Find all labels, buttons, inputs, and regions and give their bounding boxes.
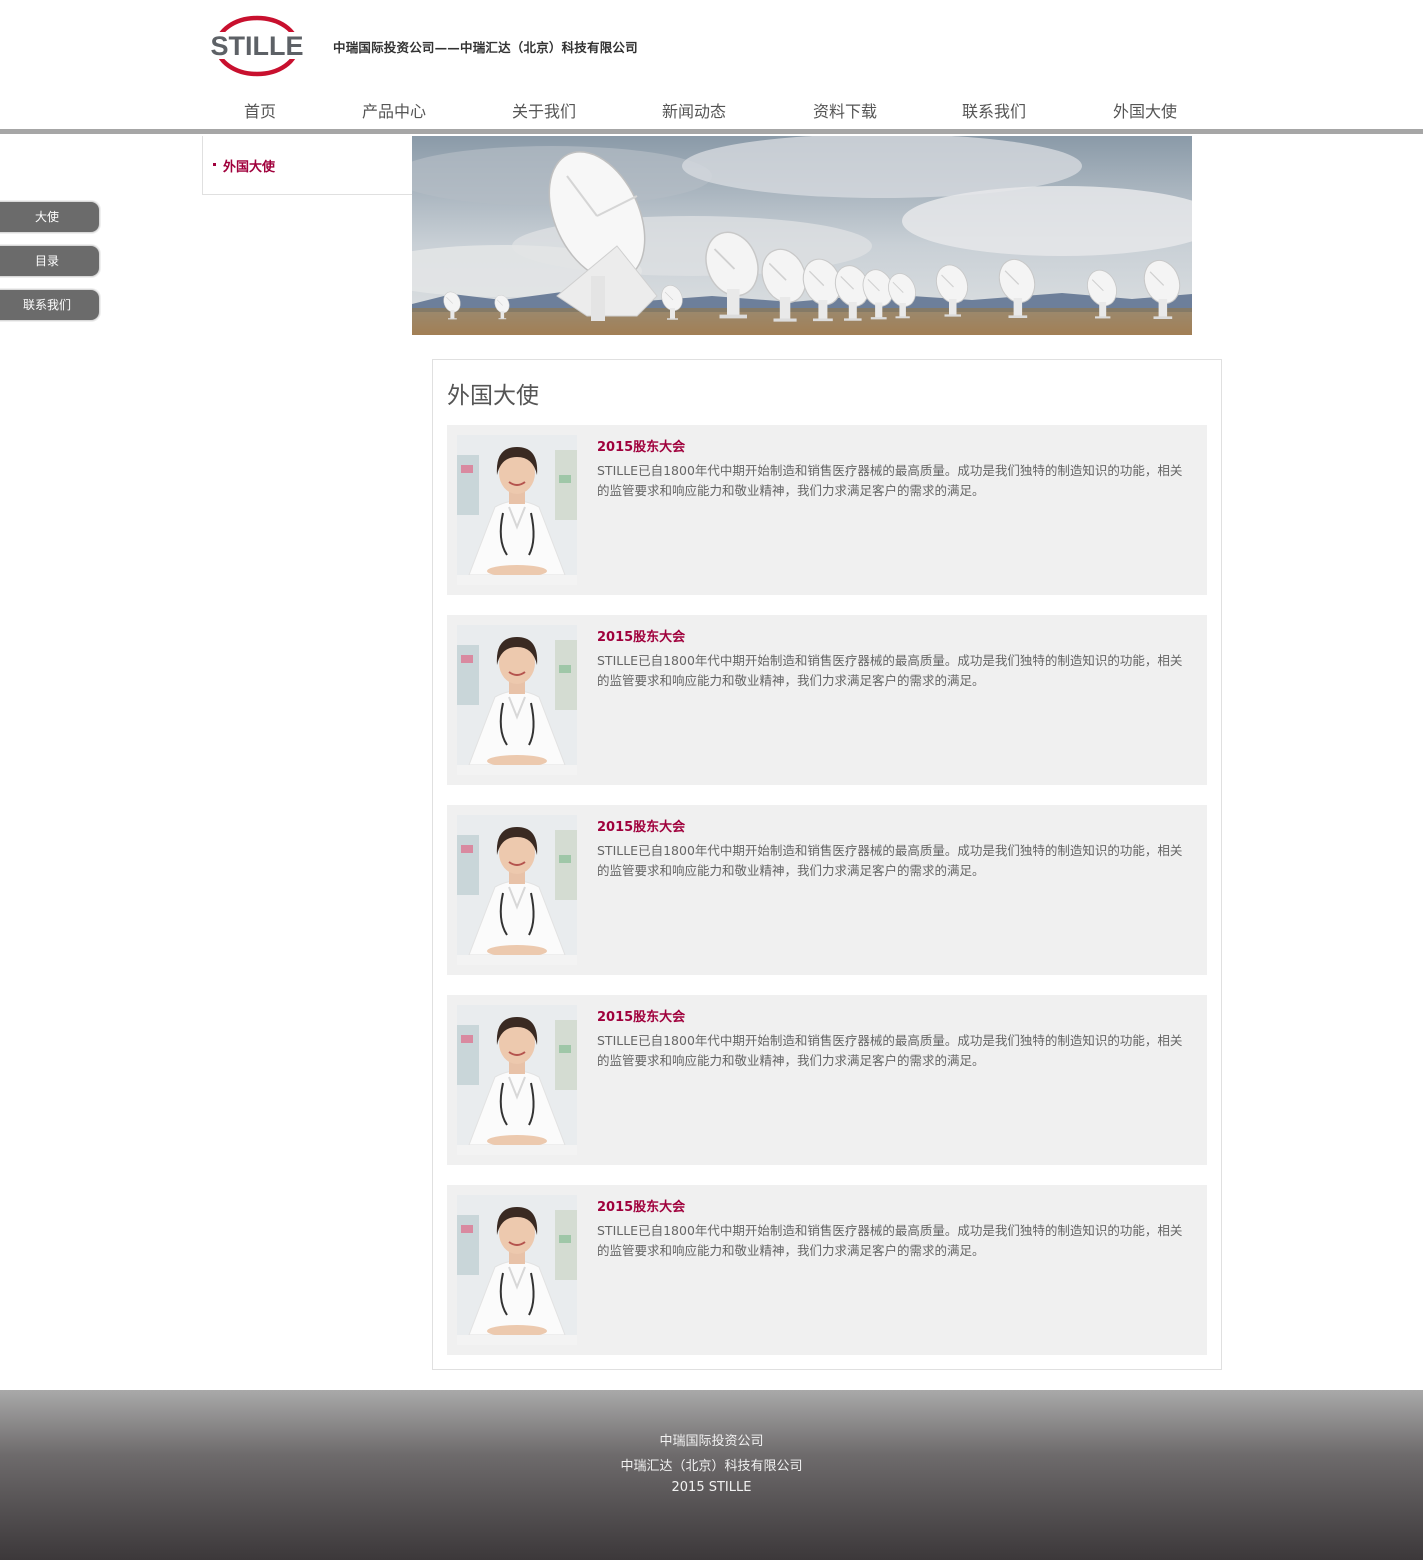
nav-item-ambassadors[interactable]: 外国大使 xyxy=(1113,98,1177,122)
news-card[interactable]: 2015股东大会 STILLE已自1800年代中期开始制造和销售医疗器械的最高质… xyxy=(447,425,1207,595)
stille-logo[interactable]: STILLE xyxy=(201,14,313,78)
float-tab-ambassador[interactable]: 大使 xyxy=(0,201,100,233)
nav-item-downloads[interactable]: 资料下载 xyxy=(813,98,877,122)
bullet-icon xyxy=(213,163,216,166)
doctor-photo xyxy=(457,1195,577,1345)
doctor-photo xyxy=(457,1005,577,1155)
card-title[interactable]: 2015股东大会 xyxy=(597,1006,685,1025)
card-text: STILLE已自1800年代中期开始制造和销售医疗器械的最高质量。成功是我们独特… xyxy=(597,1223,1183,1258)
doctor-photo xyxy=(457,815,577,965)
content-panel: 外国大使 2015股东大会 STILLE已自1800年代中期开始制造和销售医疗器… xyxy=(432,359,1222,1370)
footer-company-2: 中瑞汇达（北京）科技有限公司 xyxy=(620,1459,803,1474)
float-tab-contact[interactable]: 联系我们 xyxy=(0,289,100,321)
page-title: 外国大使 xyxy=(447,383,539,409)
nav-item-products[interactable]: 产品中心 xyxy=(362,98,426,122)
banner-image xyxy=(412,136,1192,335)
news-card[interactable]: 2015股东大会 STILLE已自1800年代中期开始制造和销售医疗器械的最高质… xyxy=(447,1185,1207,1355)
nav-item-about[interactable]: 关于我们 xyxy=(512,98,576,122)
main-nav: 首页 产品中心 关于我们 新闻动态 资料下载 联系我们 外国大使 xyxy=(201,98,1201,124)
nav-item-home[interactable]: 首页 xyxy=(244,98,276,122)
doctor-photo xyxy=(457,435,577,585)
sidebar-item-ambassadors[interactable]: 外国大使 xyxy=(223,156,275,175)
card-text: STILLE已自1800年代中期开始制造和销售医疗器械的最高质量。成功是我们独特… xyxy=(597,653,1183,688)
float-tab-catalog[interactable]: 目录 xyxy=(0,245,100,277)
sidebar-menu: 外国大使 xyxy=(202,136,412,195)
site-footer: 中瑞国际投资公司 中瑞汇达（北京）科技有限公司 2015 STILLE xyxy=(0,1390,1423,1560)
news-card[interactable]: 2015股东大会 STILLE已自1800年代中期开始制造和销售医疗器械的最高质… xyxy=(447,615,1207,785)
card-text: STILLE已自1800年代中期开始制造和销售医疗器械的最高质量。成功是我们独特… xyxy=(597,843,1183,878)
nav-item-news[interactable]: 新闻动态 xyxy=(662,98,726,122)
footer-company-1: 中瑞国际投资公司 xyxy=(659,1434,764,1449)
footer-copyright: 2015 STILLE xyxy=(671,1480,752,1495)
nav-divider-bar xyxy=(0,129,1423,134)
card-title[interactable]: 2015股东大会 xyxy=(597,436,685,455)
card-text: STILLE已自1800年代中期开始制造和销售医疗器械的最高质量。成功是我们独特… xyxy=(597,1033,1183,1068)
news-card[interactable]: 2015股东大会 STILLE已自1800年代中期开始制造和销售医疗器械的最高质… xyxy=(447,995,1207,1165)
card-title[interactable]: 2015股东大会 xyxy=(597,816,685,835)
card-title[interactable]: 2015股东大会 xyxy=(597,1196,685,1215)
company-title: 中瑞国际投资公司——中瑞汇达（北京）科技有限公司 xyxy=(333,40,638,55)
card-title[interactable]: 2015股东大会 xyxy=(597,626,685,645)
logo-text: STILLE xyxy=(211,31,304,61)
card-text: STILLE已自1800年代中期开始制造和销售医疗器械的最高质量。成功是我们独特… xyxy=(597,463,1183,498)
doctor-photo xyxy=(457,625,577,775)
news-card[interactable]: 2015股东大会 STILLE已自1800年代中期开始制造和销售医疗器械的最高质… xyxy=(447,805,1207,975)
nav-item-contact[interactable]: 联系我们 xyxy=(962,98,1026,122)
